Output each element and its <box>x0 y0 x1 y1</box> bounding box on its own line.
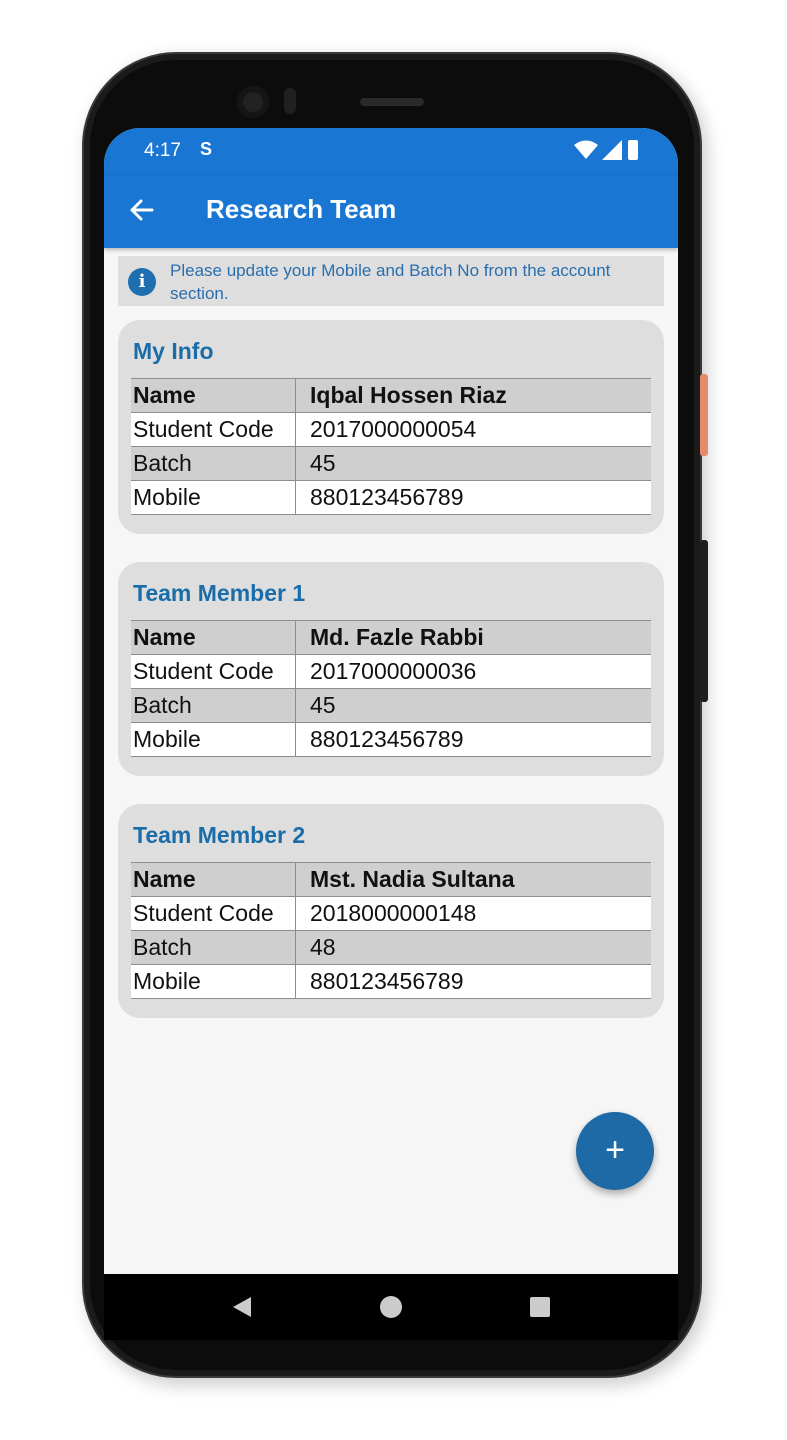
app-bar: Research Team <box>104 176 678 248</box>
row-value: 880123456789 <box>295 722 651 757</box>
row-value: 2017000000054 <box>295 412 651 447</box>
row-label: Mobile <box>131 964 296 999</box>
row-label: Student Code <box>131 896 296 931</box>
row-value: 880123456789 <box>295 480 651 515</box>
nav-back-icon[interactable] <box>232 1296 252 1318</box>
volume-button <box>700 540 708 702</box>
card-my-info: My Info Name Iqbal Hossen Riaz Student C… <box>118 320 664 534</box>
card-title: Team Member 1 <box>133 580 306 606</box>
row-value: 45 <box>295 688 651 723</box>
row-label: Name <box>131 862 296 897</box>
table-row: Batch 45 <box>131 688 651 723</box>
battery-icon <box>628 140 638 160</box>
table-row: Student Code 2017000000036 <box>131 654 651 689</box>
table-row: Batch 45 <box>131 446 651 481</box>
card-team-member-2: Team Member 2 Name Mst. Nadia Sultana St… <box>118 804 664 1018</box>
table-row: Mobile 880123456789 <box>131 480 651 515</box>
sensor-icon <box>284 88 296 114</box>
row-label: Batch <box>131 446 296 481</box>
row-label: Mobile <box>131 722 296 757</box>
row-value: Mst. Nadia Sultana <box>295 862 651 897</box>
arrow-left-icon[interactable] <box>128 196 156 224</box>
row-value: Iqbal Hossen Riaz <box>295 378 651 413</box>
navigation-bar <box>104 1274 678 1340</box>
wifi-icon <box>574 140 598 159</box>
row-label: Batch <box>131 930 296 965</box>
nav-recents-icon[interactable] <box>530 1297 550 1317</box>
row-label: Student Code <box>131 654 296 689</box>
table-row: Mobile 880123456789 <box>131 722 651 757</box>
power-button <box>700 374 708 456</box>
plus-icon: + <box>605 1131 625 1169</box>
row-label: Name <box>131 620 296 655</box>
table-row: Student Code 2017000000054 <box>131 412 651 447</box>
table-row: Batch 48 <box>131 930 651 965</box>
table-row: Student Code 2018000000148 <box>131 896 651 931</box>
info-table: Name Mst. Nadia Sultana Student Code 201… <box>131 862 651 999</box>
row-value: 48 <box>295 930 651 965</box>
camera-icon <box>237 86 269 118</box>
table-row: Mobile 880123456789 <box>131 964 651 999</box>
row-value: 45 <box>295 446 651 481</box>
table-row: Name Iqbal Hossen Riaz <box>131 378 651 413</box>
screen: 4:17 S Research Team i Please update you… <box>104 128 678 1340</box>
table-row: Name Mst. Nadia Sultana <box>131 862 651 897</box>
info-table: Name Iqbal Hossen Riaz Student Code 2017… <box>131 378 651 515</box>
info-table: Name Md. Fazle Rabbi Student Code 201700… <box>131 620 651 757</box>
row-label: Student Code <box>131 412 296 447</box>
page-title: Research Team <box>206 194 397 224</box>
add-button[interactable]: + <box>576 1112 654 1190</box>
info-icon: i <box>128 268 156 296</box>
row-label: Name <box>131 378 296 413</box>
row-label: Mobile <box>131 480 296 515</box>
signal-icon <box>602 140 622 160</box>
row-value: 2018000000148 <box>295 896 651 931</box>
earpiece-speaker <box>360 98 424 106</box>
row-value: 2017000000036 <box>295 654 651 689</box>
row-label: Batch <box>131 688 296 723</box>
nav-home-icon[interactable] <box>380 1296 402 1318</box>
row-value: Md. Fazle Rabbi <box>295 620 651 655</box>
card-title: My Info <box>133 338 214 364</box>
row-value: 880123456789 <box>295 964 651 999</box>
notice-banner: i Please update your Mobile and Batch No… <box>118 256 664 306</box>
notice-text: Please update your Mobile and Batch No f… <box>170 261 611 303</box>
table-row: Name Md. Fazle Rabbi <box>131 620 651 655</box>
card-title: Team Member 2 <box>133 822 306 848</box>
sim-icon: S <box>200 139 213 159</box>
status-time: 4:17 <box>144 140 181 161</box>
card-team-member-1: Team Member 1 Name Md. Fazle Rabbi Stude… <box>118 562 664 776</box>
status-bar: 4:17 S <box>104 128 678 176</box>
